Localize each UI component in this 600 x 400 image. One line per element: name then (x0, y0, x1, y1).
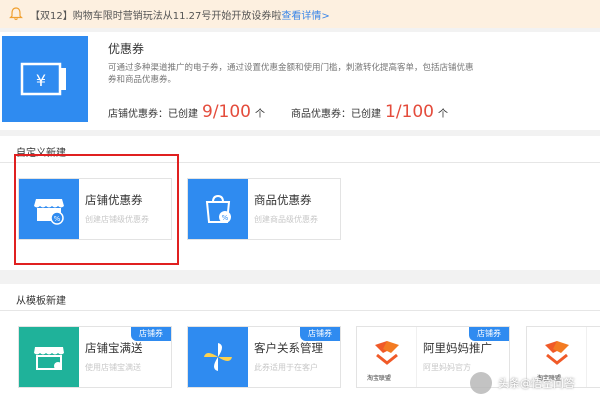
shop-coupon-tag: 店铺券 (300, 327, 340, 341)
item-coupon-card-icon: % (188, 179, 248, 239)
item-coupon-card[interactable]: % 商品优惠券 创建商品级优惠券 (187, 178, 341, 240)
watermark-logo-icon (470, 372, 492, 394)
header-description: 可通过多种渠道推广的电子券，通过设置优惠金额和使用门槛，刺激转化提高客单，包括店… (108, 63, 474, 85)
card-desc: 创建商品级优惠券 (254, 215, 318, 224)
template-card-icon (19, 327, 79, 387)
section-title: 从模板新建 (16, 296, 66, 307)
page-title: 优惠券 (108, 42, 145, 56)
taobao-alliance-label: 淘宝联盟 (367, 375, 392, 382)
coupon-ticket-icon: ¥ (20, 62, 66, 96)
store-gift-icon (34, 347, 64, 370)
template-card-shop-full-gift[interactable]: 店铺宝满送 使用店铺宝满送 店铺券 (18, 326, 172, 388)
notice-text: 【双12】购物车限时营销玩法从11.27号开始开放设券啦 (30, 10, 282, 22)
watermark-text: 头条@悟空问答 (498, 377, 575, 390)
card-desc: 此券适用于在客户 (254, 363, 318, 372)
shop-coupon-tag: 店铺券 (469, 327, 509, 341)
shop-coupon-card[interactable]: % 店铺优惠券 创建店铺级优惠券 (18, 178, 172, 240)
alliance-logo-icon (375, 341, 399, 365)
item-coupon-label: 商品优惠券：已创建 (291, 109, 381, 120)
divider (0, 310, 600, 311)
card-title: 阿里妈妈推广 (423, 341, 492, 355)
item-coupon-unit: 个 (438, 109, 448, 120)
item-coupon-count: 1/100 (385, 102, 434, 122)
section-title: 自定义新建 (16, 148, 66, 159)
svg-text:%: % (222, 214, 229, 222)
template-card-crm[interactable]: 客户关系管理 此券适用于在客户 店铺券 (187, 326, 341, 388)
svg-text:¥: ¥ (36, 71, 46, 90)
watermark: 头条@悟空问答 (470, 372, 575, 394)
card-title: 商品优惠券 (254, 193, 312, 207)
shop-coupon-tag: 店铺券 (131, 327, 171, 341)
coupon-icon: ¥ (2, 36, 88, 122)
shopping-bag-icon: % (205, 194, 231, 223)
bell-icon (9, 7, 23, 21)
card-desc: 使用店铺宝满送 (85, 363, 141, 372)
svg-text:%: % (54, 215, 61, 223)
shop-coupon-unit: 个 (255, 109, 265, 120)
card-title: 店铺宝满送 (85, 341, 143, 355)
alliance-logo-icon (545, 341, 569, 365)
shop-coupon-count: 9/100 (202, 102, 251, 122)
custom-create-section: 自定义新建 % 店铺优惠券 创建店铺级优惠券 % 商品优惠券 创建商品级优惠券 (0, 136, 600, 270)
coupon-stats: 店铺优惠券：已创建 9/100 个 商品优惠券：已创建 1/100 个 (108, 102, 448, 122)
coupon-header: ¥ 优惠券 可通过多种渠道推广的电子券，通过设置优惠金额和使用门槛，刺激转化提高… (0, 32, 600, 130)
divider (0, 162, 600, 163)
template-card-icon (188, 327, 248, 387)
pinwheel-icon (204, 343, 232, 371)
card-desc: 阿里妈妈官方 (423, 363, 471, 372)
card-desc: 创建店铺级优惠券 (85, 215, 149, 224)
store-icon: % (34, 199, 64, 225)
card-title: 客户关系管理 (254, 341, 323, 355)
card-title: 店铺优惠券 (85, 193, 143, 207)
notice-link[interactable]: 查看详情> (281, 7, 329, 22)
notice-bar: 【双12】购物车限时营销玩法从11.27号开始开放设券啦 查看详情> (0, 0, 600, 28)
taobao-alliance-logo: 淘宝联盟 (357, 327, 417, 387)
shop-coupon-card-icon: % (19, 179, 79, 239)
shop-coupon-label: 店铺优惠券：已创建 (108, 109, 198, 120)
